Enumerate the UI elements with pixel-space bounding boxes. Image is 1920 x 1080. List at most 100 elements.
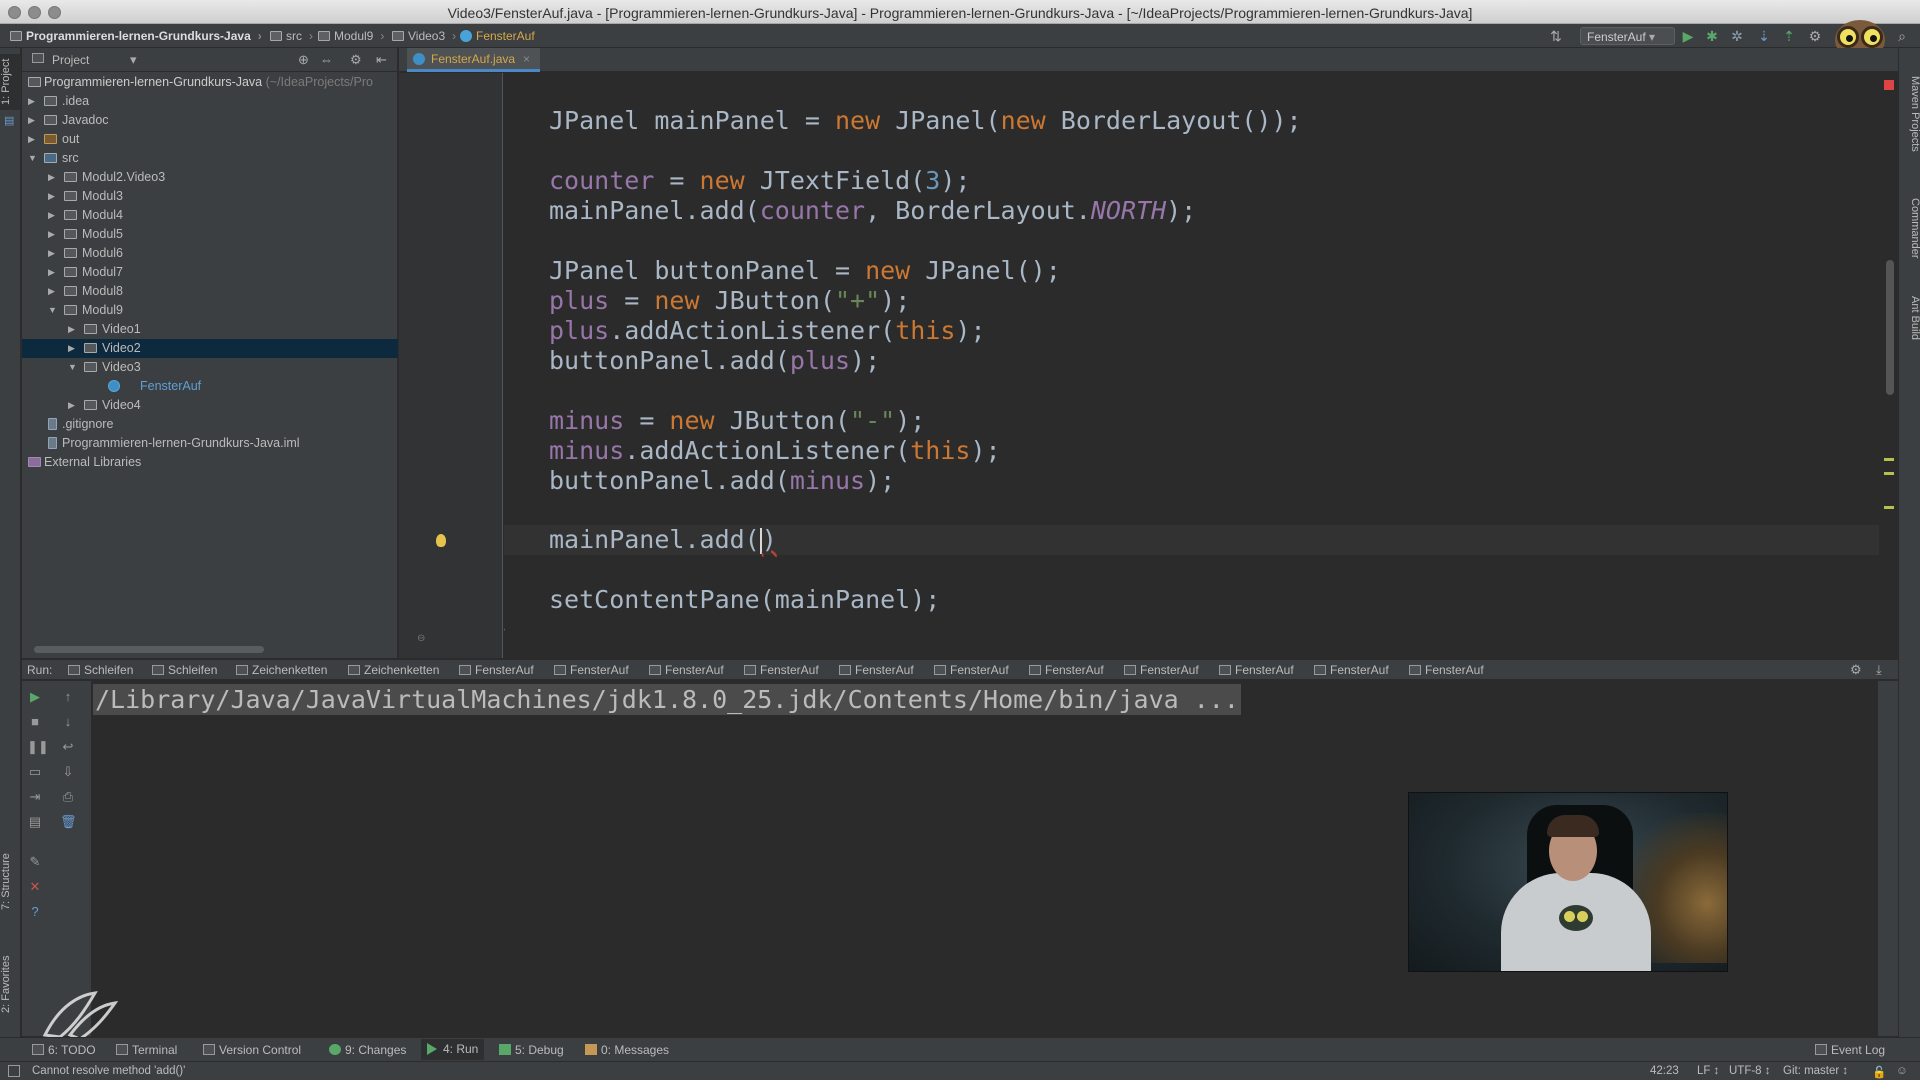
messages-tool-button[interactable]: 0: Messages [585,1043,669,1057]
exit-icon[interactable]: ⇥ [27,789,43,805]
tab-project[interactable]: 1: Project [0,54,21,110]
gear-icon[interactable]: ⚙ [350,52,362,68]
warning-stripe-marker[interactable] [1884,472,1894,475]
inspector-icon[interactable]: ☺ [1896,1065,1908,1077]
terminal-tool-button[interactable]: Terminal [116,1043,177,1057]
breadcrumb-src[interactable]: src › [270,29,313,43]
breadcrumb-video3[interactable]: Video3 › [392,29,456,43]
run-tab[interactable]: Zeichenketten [236,663,327,677]
run-tab[interactable]: Zeichenketten [348,663,439,677]
layout-icon[interactable]: ▤ [27,814,43,830]
tree-item-modul2-video3[interactable]: ▶ Modul2.Video3 [22,168,398,187]
tab-maven-projects[interactable]: Maven Projects [1899,76,1920,176]
caret-position[interactable]: 42:23 [1650,1065,1679,1077]
tree-item-modul9[interactable]: ▼ Modul9 [22,301,398,320]
collapse-arrow-icon[interactable]: ▼ [48,301,58,320]
tree-item-modul3[interactable]: ▶ Modul3 [22,187,398,206]
collapse-arrow-icon[interactable]: ▼ [68,358,78,377]
scroll-down-icon[interactable]: ↓ [60,714,76,730]
lightbulb-icon[interactable] [436,534,446,547]
git-branch-select[interactable]: Git: master ↕ [1783,1065,1848,1077]
tree-item-modul4[interactable]: ▶ Modul4 [22,206,398,225]
run-tab[interactable]: FensterAuf [1314,663,1389,677]
error-stripe-marker[interactable] [1884,80,1894,90]
run-tab[interactable]: FensterAuf [459,663,534,677]
tool-windows-icon[interactable] [8,1065,20,1077]
search-icon[interactable]: ⌕ [1894,28,1910,44]
run-tab[interactable]: Schleifen [68,663,133,677]
play-icon[interactable]: ▶ [1680,28,1696,44]
tree-item-out[interactable]: ▶ out [22,130,398,149]
tab-ant-build[interactable]: Ant Build [1899,296,1920,366]
settings-icon[interactable]: ⚙ [1807,28,1823,44]
dump-threads-icon[interactable]: ▭ [27,764,43,780]
pause-icon[interactable]: ❚❚ [27,739,49,755]
run-tab[interactable]: FensterAuf [744,663,819,677]
stop-icon[interactable]: ■ [27,714,43,730]
tree-item-gitignore[interactable]: .gitignore [22,415,398,434]
tree-item-modul5[interactable]: ▶ Modul5 [22,225,398,244]
tree-item-modul6[interactable]: ▶ Modul6 [22,244,398,263]
expand-arrow-icon[interactable]: ▶ [68,396,78,415]
tree-item-video4[interactable]: ▶ Video4 [22,396,398,415]
expand-arrow-icon[interactable]: ▶ [48,168,58,187]
run-tab[interactable]: FensterAuf [1219,663,1294,677]
expand-arrow-icon[interactable]: ▶ [48,225,58,244]
tab-favorites[interactable]: 2: Favorites [0,948,21,1020]
scroll-to-end-icon[interactable]: ⇩ [60,764,76,780]
run-configuration-select[interactable]: FensterAuf ▾ [1580,27,1675,45]
tree-item-external-libraries[interactable]: External Libraries [22,453,398,472]
expand-arrow-icon[interactable]: ▶ [28,92,38,111]
vcs-update-icon[interactable]: ⇣ [1756,28,1772,44]
soft-wrap-icon[interactable]: ↩ [60,739,76,755]
vcs-commit-icon[interactable]: ⇡ [1781,28,1797,44]
breadcrumb-modul9[interactable]: Modul9 › [318,29,384,43]
expand-arrow-icon[interactable]: ▶ [28,111,38,130]
breadcrumb-fensterauf[interactable]: FensterAuf [460,29,535,43]
run-tab[interactable]: FensterAuf [649,663,724,677]
tab-structure[interactable]: 7: Structure [0,843,21,921]
gear-icon[interactable]: ⚙ [1850,662,1862,678]
trash-icon[interactable]: 🗑 [60,814,77,830]
tree-root[interactable]: Programmieren-lernen-Grundkurs-Java (~/I… [22,73,398,92]
close-icon[interactable]: × [523,52,530,66]
build-icon[interactable]: ⇅ [1548,28,1564,44]
todo-tool-button[interactable]: 6: TODO [32,1043,96,1057]
collapse-arrow-icon[interactable]: ▼ [28,149,38,168]
event-log-tool-button[interactable]: Event Log [1815,1043,1885,1057]
tree-item-modul8[interactable]: ▶ Modul8 [22,282,398,301]
close-icon[interactable]: ✕ [27,879,43,895]
expand-arrow-icon[interactable]: ▶ [48,263,58,282]
chevron-down-icon[interactable]: ▾ [130,52,137,68]
debug-tool-button[interactable]: 5: Debug [499,1043,564,1057]
print-icon[interactable]: ⎙ [60,789,76,805]
expand-arrow-icon[interactable]: ▶ [48,206,58,225]
run-tab-active[interactable]: FensterAuf [1409,663,1484,677]
rerun-icon[interactable]: ▶ [27,689,43,705]
fold-icon[interactable]: ⊖ [417,633,425,644]
tree-item-iml[interactable]: Programmieren-lernen-Grundkurs-Java.iml [22,434,398,453]
expand-arrow-icon[interactable]: ▶ [68,339,78,358]
tab-commander[interactable]: Commander [1899,198,1920,278]
scroll-from-source-icon[interactable]: ⊕ [298,52,309,68]
run-tool-button[interactable]: 4: Run [421,1039,485,1060]
tree-item-video3[interactable]: ▼ Video3 [22,358,398,377]
collapse-all-icon[interactable]: ⇔ [320,52,333,67]
breadcrumb-project[interactable]: Programmieren-lernen-Grundkurs-Java › [10,29,262,43]
expand-arrow-icon[interactable]: ▶ [48,282,58,301]
tree-item-video1[interactable]: ▶ Video1 [22,320,398,339]
changes-tool-button[interactable]: 9: Changes [329,1043,406,1057]
expand-arrow-icon[interactable]: ▶ [68,320,78,339]
run-tab[interactable]: FensterAuf [1029,663,1104,677]
warning-stripe-marker[interactable] [1884,506,1894,509]
console-scrollbar[interactable] [1878,681,1898,1036]
line-separator-select[interactable]: LF ↕ [1697,1065,1719,1077]
tab-fensterauf-java[interactable]: FensterAuf.java × [407,48,541,72]
coverage-icon[interactable]: ✲ [1729,28,1745,44]
help-icon[interactable]: ? [27,904,43,920]
encoding-select[interactable]: UTF-8 ↕ [1729,1065,1771,1077]
expand-arrow-icon[interactable]: ▶ [48,244,58,263]
project-view-select[interactable]: Project [52,53,89,67]
tree-item-javadoc[interactable]: ▶ Javadoc [22,111,398,130]
bug-icon[interactable]: ✱ [1704,28,1720,44]
